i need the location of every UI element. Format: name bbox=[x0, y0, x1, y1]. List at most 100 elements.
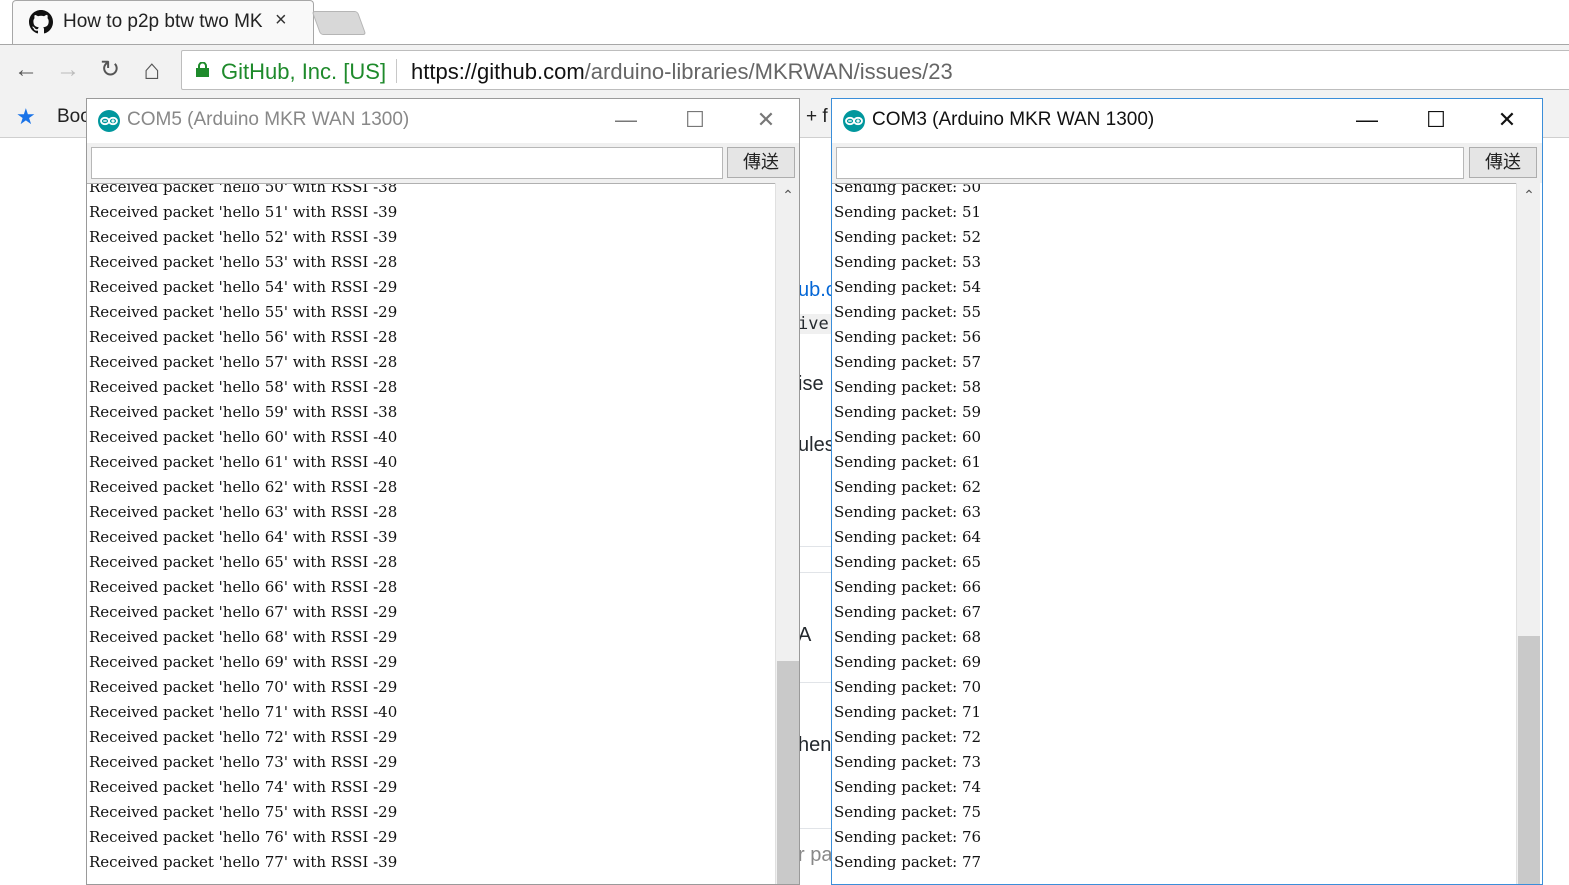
serial-line: Received packet 'hello 77' with RSSI -39 bbox=[89, 853, 398, 871]
lock-icon bbox=[196, 62, 209, 77]
maximize-icon[interactable]: ☐ bbox=[675, 105, 715, 135]
serial-line: Sending packet: 53 bbox=[834, 253, 982, 271]
close-icon[interactable]: ✕ bbox=[1487, 105, 1527, 135]
serial-monitor-com3: COM3 (Arduino MKR WAN 1300) — ☐ ✕ 傳送 Sen… bbox=[831, 98, 1543, 885]
github-icon bbox=[29, 10, 53, 34]
vertical-scrollbar[interactable]: ⌃ bbox=[1516, 183, 1541, 884]
serial-line: Sending packet: 75 bbox=[834, 803, 982, 821]
serial-line: Sending packet: 59 bbox=[834, 403, 982, 421]
new-tab-button[interactable] bbox=[311, 11, 367, 35]
serial-line: Received packet 'hello 67' with RSSI -29 bbox=[89, 603, 398, 621]
serial-line: Received packet 'hello 64' with RSSI -39 bbox=[89, 528, 398, 546]
window-title: COM5 (Arduino MKR WAN 1300) bbox=[127, 109, 410, 130]
scrollbar-thumb[interactable] bbox=[1518, 636, 1540, 884]
page-divider bbox=[798, 572, 832, 573]
desktop: How to p2p btw two MK × ← → ↻ ⌂ GitHub, … bbox=[0, 0, 1569, 885]
vertical-scrollbar[interactable]: ⌃ bbox=[775, 183, 799, 884]
serial-input[interactable] bbox=[836, 147, 1464, 179]
serial-line: Received packet 'hello 59' with RSSI -38 bbox=[89, 403, 398, 421]
serial-line: Sending packet: 58 bbox=[834, 378, 982, 396]
serial-line: Received packet 'hello 71' with RSSI -40 bbox=[89, 703, 398, 721]
window-titlebar[interactable]: COM5 (Arduino MKR WAN 1300) — ☐ ✕ bbox=[87, 99, 799, 143]
window-titlebar[interactable]: COM3 (Arduino MKR WAN 1300) — ☐ ✕ bbox=[832, 99, 1542, 143]
serial-line: Received packet 'hello 61' with RSSI -40 bbox=[89, 453, 398, 471]
page-text-fragment: ules bbox=[798, 434, 832, 456]
forward-icon[interactable]: → bbox=[54, 56, 82, 84]
serial-line: Received packet 'hello 60' with RSSI -40 bbox=[89, 428, 398, 446]
page-input-placeholder: r pa bbox=[798, 844, 832, 866]
serial-line: Sending packet: 72 bbox=[834, 728, 982, 746]
address-bar[interactable]: GitHub, Inc. [US] https://github.com/ard… bbox=[181, 50, 1569, 90]
url-path: /arduino-libraries/MKRWAN/issues/23 bbox=[584, 59, 953, 84]
serial-line: Received packet 'hello 66' with RSSI -28 bbox=[89, 578, 398, 596]
serial-line: Received packet 'hello 63' with RSSI -28 bbox=[89, 503, 398, 521]
browser-tabstrip: How to p2p btw two MK × bbox=[0, 0, 1569, 44]
url-text: https://github.com/arduino-libraries/MKR… bbox=[411, 59, 953, 85]
serial-line: Sending packet: 67 bbox=[834, 603, 982, 621]
reload-icon[interactable]: ↻ bbox=[96, 56, 124, 84]
bookmark-star-icon[interactable]: ★ bbox=[16, 104, 36, 130]
scroll-up-icon[interactable]: ⌃ bbox=[1517, 187, 1541, 205]
serial-line: Sending packet: 73 bbox=[834, 753, 982, 771]
serial-line: Sending packet: 63 bbox=[834, 503, 982, 521]
browser-toolbar: ← → ↻ ⌂ GitHub, Inc. [US] https://github… bbox=[0, 44, 1569, 96]
back-icon[interactable]: ← bbox=[12, 56, 40, 84]
window-title: COM3 (Arduino MKR WAN 1300) bbox=[872, 109, 1155, 130]
serial-line: Received packet 'hello 75' with RSSI -29 bbox=[89, 803, 398, 821]
output-lines: Sending packet: 50 Sending packet: 51 Send… bbox=[832, 183, 982, 875]
bookmark-item[interactable]: + f bbox=[806, 106, 828, 128]
arduino-icon bbox=[843, 110, 865, 132]
serial-output: Sending packet: 50 Sending packet: 51 Send… bbox=[832, 183, 1516, 884]
page-code-fragment: ive bbox=[798, 314, 832, 334]
send-button[interactable]: 傳送 bbox=[727, 147, 795, 178]
browser-tab[interactable]: How to p2p btw two MK × bbox=[12, 0, 314, 44]
scroll-up-icon[interactable]: ⌃ bbox=[776, 187, 799, 205]
serial-line: Received packet 'hello 68' with RSSI -29 bbox=[89, 628, 398, 646]
serial-line: Received packet 'hello 58' with RSSI -28 bbox=[89, 378, 398, 396]
tab-close-icon[interactable]: × bbox=[275, 9, 287, 32]
page-link-fragment[interactable]: ub.c bbox=[798, 279, 832, 302]
maximize-icon[interactable]: ☐ bbox=[1416, 105, 1456, 135]
minimize-icon[interactable]: — bbox=[606, 105, 646, 135]
serial-line: Sending packet: 68 bbox=[834, 628, 982, 646]
serial-line: Sending packet: 50 bbox=[834, 183, 982, 196]
send-bar: 傳送 bbox=[832, 143, 1542, 183]
serial-line: Received packet 'hello 50' with RSSI -38 bbox=[89, 183, 398, 196]
omnibox-divider bbox=[396, 59, 397, 83]
serial-line: Received packet 'hello 55' with RSSI -29 bbox=[89, 303, 398, 321]
send-bar: 傳送 bbox=[87, 143, 799, 183]
minimize-icon[interactable]: — bbox=[1347, 105, 1387, 135]
page-text-fragment: hen bbox=[798, 734, 832, 756]
serial-line: Sending packet: 61 bbox=[834, 453, 982, 471]
serial-line: Received packet 'hello 74' with RSSI -29 bbox=[89, 778, 398, 796]
serial-line: Received packet 'hello 54' with RSSI -29 bbox=[89, 278, 398, 296]
serial-line: Sending packet: 77 bbox=[834, 853, 982, 871]
home-icon[interactable]: ⌂ bbox=[138, 56, 166, 84]
send-button[interactable]: 傳送 bbox=[1469, 147, 1537, 178]
url-host: https://github.com bbox=[411, 59, 585, 84]
serial-line: Received packet 'hello 57' with RSSI -28 bbox=[89, 353, 398, 371]
page-divider bbox=[798, 682, 832, 683]
serial-line: Sending packet: 60 bbox=[834, 428, 982, 446]
page-divider bbox=[798, 546, 832, 547]
serial-line: Received packet 'hello 53' with RSSI -28 bbox=[89, 253, 398, 271]
serial-input[interactable] bbox=[91, 147, 723, 179]
serial-line: Received packet 'hello 65' with RSSI -28 bbox=[89, 553, 398, 571]
serial-line: Sending packet: 71 bbox=[834, 703, 982, 721]
page-text-fragment: A bbox=[798, 624, 812, 646]
page-divider bbox=[798, 828, 832, 829]
serial-line: Sending packet: 52 bbox=[834, 228, 982, 246]
serial-line: Received packet 'hello 56' with RSSI -28 bbox=[89, 328, 398, 346]
serial-line: Received packet 'hello 69' with RSSI -29 bbox=[89, 653, 398, 671]
scrollbar-thumb[interactable] bbox=[777, 661, 799, 884]
close-icon[interactable]: ✕ bbox=[746, 105, 786, 135]
serial-line: Sending packet: 69 bbox=[834, 653, 982, 671]
serial-line: Sending packet: 55 bbox=[834, 303, 982, 321]
page-text-fragment: ise bbox=[798, 373, 824, 395]
serial-line: Received packet 'hello 52' with RSSI -39 bbox=[89, 228, 398, 246]
serial-line: Sending packet: 62 bbox=[834, 478, 982, 496]
output-lines: Received packet 'hello 50' with RSSI -38… bbox=[87, 183, 398, 875]
serial-line: Received packet 'hello 72' with RSSI -29 bbox=[89, 728, 398, 746]
serial-line: Received packet 'hello 73' with RSSI -29 bbox=[89, 753, 398, 771]
github-page-background: ub.c ive ise ules A hen r pa bbox=[798, 138, 832, 885]
